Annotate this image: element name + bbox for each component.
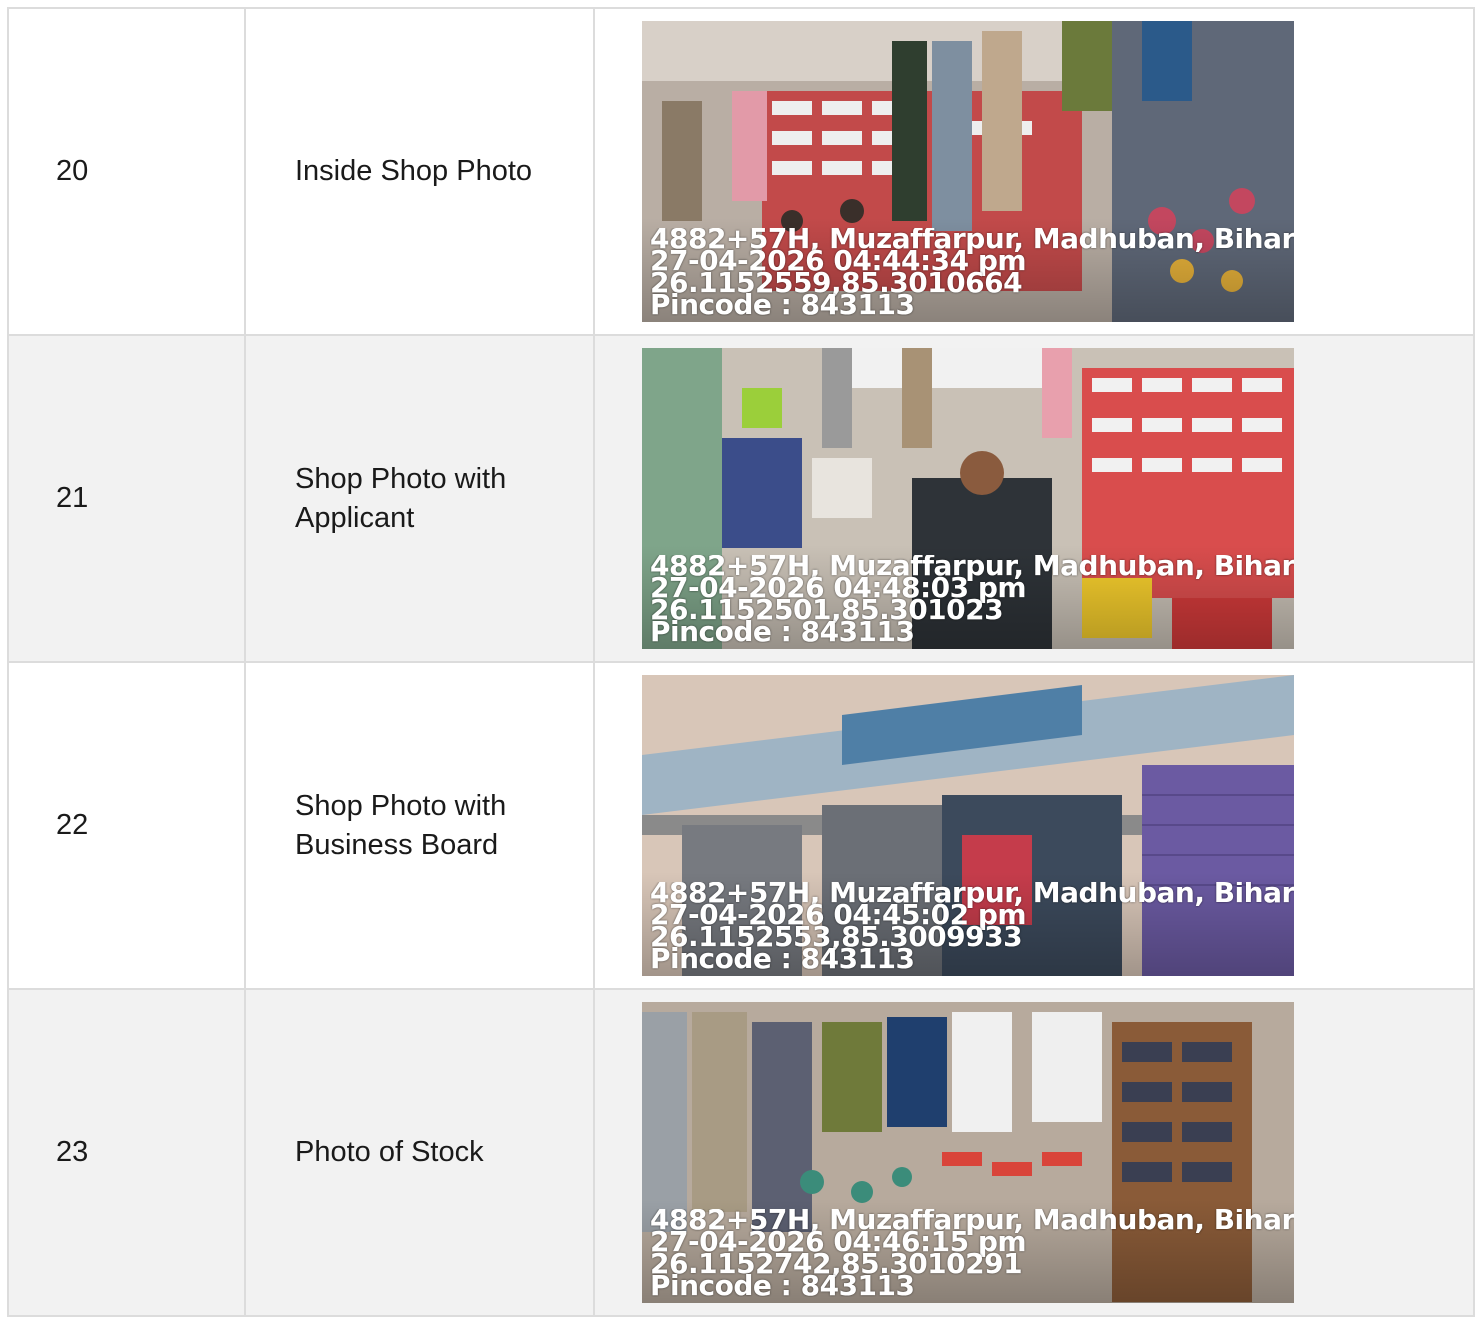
geo-stamp: 4882+57H, Muzaffarpur, Madhuban, Bihar 8… (650, 228, 1294, 316)
row-label: Shop Photo with Business Board (246, 663, 595, 990)
row-number: 23 (9, 990, 246, 1317)
table-row: 20 Inside Shop Photo 4882+57H, Muzaffarp… (9, 9, 1475, 336)
geo-stamp: 4882+57H, Muzaffarpur, Madhuban, Bihar 8… (650, 882, 1294, 970)
inside-shop-photo[interactable]: 4882+57H, Muzaffarpur, Madhuban, Bihar 8… (642, 21, 1294, 322)
business-board-photo[interactable]: 4882+57H, Muzaffarpur, Madhuban, Bihar 8… (642, 675, 1294, 976)
table-row: 22 Shop Photo with Business Board 4882+5… (9, 663, 1475, 990)
photo-cell: 4882+57H, Muzaffarpur, Madhuban, Bihar 8… (595, 9, 1475, 336)
row-number: 22 (9, 663, 246, 990)
row-label: Inside Shop Photo (246, 9, 595, 336)
photo-cell: 4882+57H, Muzaffarpur, Madhuban, Bihar 8… (595, 990, 1475, 1317)
photo-cell: 4882+57H, Muzaffarpur, Madhuban, Bihar 8… (595, 336, 1475, 663)
row-label: Photo of Stock (246, 990, 595, 1317)
geo-stamp: 4882+57H, Muzaffarpur, Madhuban, Bihar 8… (650, 555, 1294, 643)
table-row: 23 Photo of Stock 4882+57H, Muzaffarpur,… (9, 990, 1475, 1317)
photo-table: 20 Inside Shop Photo 4882+57H, Muzaffarp… (7, 7, 1475, 1317)
row-label: Shop Photo with Applicant (246, 336, 595, 663)
row-number: 21 (9, 336, 246, 663)
geo-stamp: 4882+57H, Muzaffarpur, Madhuban, Bihar 8… (650, 1209, 1294, 1297)
applicant-shop-photo[interactable]: 4882+57H, Muzaffarpur, Madhuban, Bihar 8… (642, 348, 1294, 649)
stock-photo[interactable]: 4882+57H, Muzaffarpur, Madhuban, Bihar 8… (642, 1002, 1294, 1303)
photo-cell: 4882+57H, Muzaffarpur, Madhuban, Bihar 8… (595, 663, 1475, 990)
table-row: 21 Shop Photo with Applicant 4882+57H, M… (9, 336, 1475, 663)
row-number: 20 (9, 9, 246, 336)
